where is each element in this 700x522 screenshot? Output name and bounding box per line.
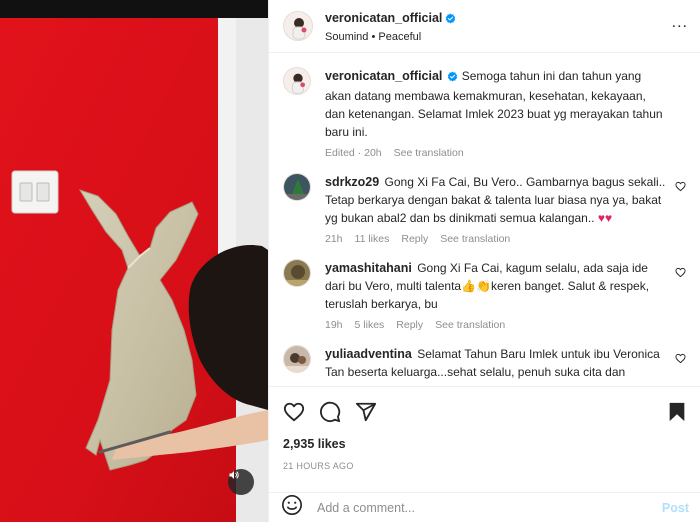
avatar[interactable]	[283, 173, 311, 201]
add-comment-bar: Post	[269, 492, 700, 522]
comment-input[interactable]	[317, 500, 662, 515]
comment-username[interactable]: sdrkzo29	[325, 175, 379, 189]
comment-item: yuliaadventina Selamat Tahun Baru Imlek …	[283, 345, 686, 381]
post-comment-button[interactable]: Post	[662, 501, 689, 515]
comment-likes[interactable]: 11 likes	[355, 233, 390, 245]
profile-photo	[284, 174, 310, 200]
comment-like-heart-icon[interactable]	[675, 351, 686, 369]
avatar[interactable]	[283, 259, 311, 287]
post-timestamp: 21 HOURS AGO	[283, 461, 354, 471]
mute-button[interactable]	[228, 469, 254, 495]
light-switch	[11, 170, 59, 214]
likes-count[interactable]: 2,935 likes	[283, 437, 687, 451]
profile-photo	[284, 68, 310, 94]
comment-button[interactable]	[319, 401, 341, 423]
emoji-icon[interactable]	[281, 494, 303, 521]
see-translation-link[interactable]: See translation	[440, 233, 510, 245]
reply-button[interactable]: Reply	[401, 233, 428, 245]
comment-item: yamashitahani Gong Xi Fa Cai, kagum sela…	[283, 259, 686, 331]
avatar[interactable]	[283, 11, 313, 41]
avatar[interactable]	[283, 345, 311, 373]
share-button[interactable]	[355, 401, 377, 423]
red-heart-emoji: ♥♥	[597, 211, 613, 225]
video-frame	[0, 0, 268, 522]
profile-photo	[284, 260, 310, 286]
avatar[interactable]	[283, 67, 311, 95]
caption-edited-time: Edited · 20h	[325, 147, 382, 159]
more-options-button[interactable]: ...	[672, 15, 688, 31]
comment-time: 19h	[325, 319, 343, 331]
post-header: veronicatan_official Soumind • Peaceful …	[269, 0, 700, 53]
bookmark-icon	[669, 402, 685, 422]
profile-photo	[284, 346, 310, 372]
comment-time: 21h	[325, 233, 343, 245]
comment-username[interactable]: yamashitahani	[325, 261, 412, 275]
comment-icon	[320, 401, 341, 423]
audio-track-link[interactable]: Soumind • Peaceful	[325, 30, 456, 45]
post-video[interactable]	[0, 0, 268, 522]
post-actions: 2,935 likes 21 HOURS AGO	[269, 386, 700, 471]
speaker-icon	[229, 471, 239, 479]
more-icon: ...	[671, 14, 688, 31]
comment-username[interactable]: yuliaadventina	[325, 347, 412, 361]
like-button[interactable]	[283, 401, 305, 423]
comments-list[interactable]: veronicatan_official Semoga tahun ini da…	[269, 53, 700, 385]
header-username[interactable]: veronicatan_official	[325, 11, 442, 25]
see-translation-link[interactable]: See translation	[394, 147, 464, 159]
caption: veronicatan_official Semoga tahun ini da…	[283, 67, 686, 159]
caption-username[interactable]: veronicatan_official	[325, 69, 442, 83]
comment-likes[interactable]: 5 likes	[355, 319, 385, 331]
instagram-post-modal: veronicatan_official Soumind • Peaceful …	[0, 0, 700, 522]
see-translation-link[interactable]: See translation	[435, 319, 505, 331]
heart-icon	[283, 402, 305, 422]
reply-button[interactable]: Reply	[396, 319, 423, 331]
save-button[interactable]	[667, 401, 687, 423]
comment-like-heart-icon[interactable]	[675, 179, 686, 197]
share-icon	[355, 402, 377, 422]
verified-icon	[445, 9, 456, 31]
comment-item: sdrkzo29 Gong Xi Fa Cai, Bu Vero.. Gamba…	[283, 173, 686, 245]
post-side-panel: veronicatan_official Soumind • Peaceful …	[268, 0, 700, 522]
verified-icon	[447, 69, 458, 87]
comment-like-heart-icon[interactable]	[675, 265, 686, 283]
profile-photo	[284, 12, 312, 40]
